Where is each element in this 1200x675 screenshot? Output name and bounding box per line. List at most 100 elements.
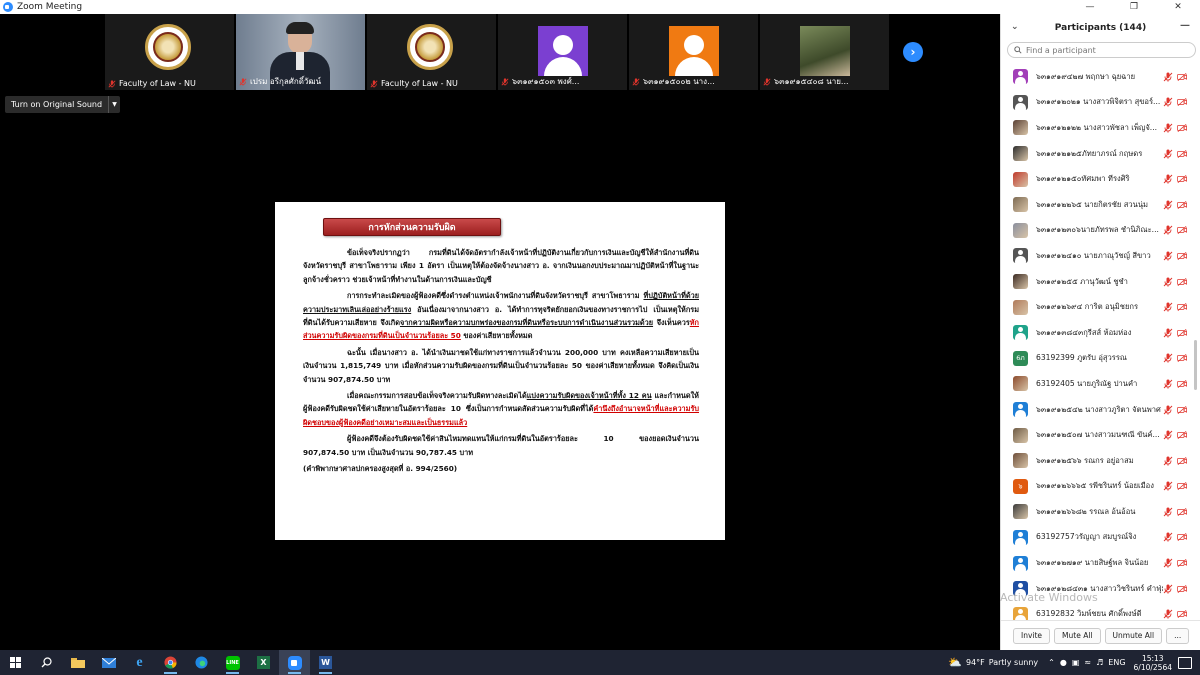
participant-row[interactable]: ๖๓๑๙๑๒๕๐๗ นางสาวมนฑณี ขันค์... [1001,422,1193,448]
chevron-up-icon[interactable]: ⌃ [1048,658,1055,667]
video-tile[interactable]: Faculty of Law - NU [105,14,234,90]
video-off-icon[interactable] [1177,174,1187,184]
muted-mic-icon[interactable] [1163,584,1173,594]
video-off-icon[interactable] [1177,72,1187,82]
line-button[interactable]: LINE [217,650,248,675]
muted-mic-icon[interactable] [1163,251,1173,261]
muted-mic-icon[interactable] [1163,507,1173,517]
participant-row[interactable]: 6ภ 63192399 ภูตรับ อุ่สุวรรณ [1001,346,1193,372]
original-sound-control[interactable]: Turn on Original Sound ▼ [5,96,121,113]
participant-row[interactable]: 63192832 วิมพ์ชยน ศักดิ์พงษ์ดี [1001,601,1193,620]
muted-mic-icon[interactable] [1163,532,1173,543]
muted-mic-icon[interactable] [1163,174,1173,184]
mail-button[interactable] [93,650,124,675]
muted-mic-icon[interactable] [1163,72,1173,82]
search-taskbar-button[interactable] [31,650,62,675]
participant-row[interactable]: ๖๓๑๙๑๒๕๔๒ นางสาวภูริตา จัตนพาศ [1001,397,1193,423]
participant-row[interactable]: ๖๓๑๙๑๒๐๒๑ นางสาวพิจิตรา สุขอร์... [1001,90,1193,116]
muted-mic-icon[interactable] [1163,481,1173,491]
search-input[interactable] [1026,45,1176,55]
muted-mic-icon[interactable] [1163,379,1173,389]
muted-mic-icon[interactable] [1163,149,1173,159]
video-off-icon[interactable] [1177,558,1187,568]
video-off-icon[interactable] [1177,584,1187,594]
muted-mic-icon[interactable] [1163,328,1173,338]
video-tile[interactable]: ๖๓๑๙๑๕๔๐๘ นาย... [760,14,889,90]
participant-row[interactable]: ๖๓๑๙๑๙๔๒๗ พฤกษา ฉุยฉาย [1001,64,1193,90]
video-tile[interactable]: ๖๓๑๙๑๕๐๐๒ นาง... [629,14,758,90]
muted-mic-icon[interactable] [1163,405,1173,415]
video-off-icon[interactable] [1177,123,1187,133]
chrome-button[interactable] [155,650,186,675]
participant-list-scrollbar[interactable] [1194,340,1197,390]
video-off-icon[interactable] [1177,200,1187,210]
participant-row[interactable]: ๖๓๑๙๑๒๖๙๔ การิต อนุมิชยกร [1001,294,1193,320]
video-off-icon[interactable] [1177,507,1187,517]
muted-mic-icon[interactable] [1163,277,1173,287]
video-off-icon[interactable] [1177,353,1187,363]
chevron-down-icon[interactable]: ▼ [108,96,120,113]
muted-mic-icon[interactable] [1163,123,1173,133]
video-off-icon[interactable] [1177,328,1187,338]
video-tile[interactable]: เปรม อรีกุลศักดิ์วัฒน์ [236,14,365,90]
video-tile[interactable]: ๖๓๑๙๑๕๐๓ พงศ์... [498,14,627,90]
video-off-icon[interactable] [1177,532,1187,542]
participant-row[interactable]: ๖๓๑๙๑๒๑๒๒ นางสาวพัชลา เพ็ญจั... [1001,115,1193,141]
more-options-button[interactable]: ... [1166,627,1190,644]
video-off-icon[interactable] [1177,302,1187,312]
participant-row[interactable]: ๖๓๑๙๑๒๑๒๕ภัทยาภรณ์ กฤษดร [1001,141,1193,167]
video-off-icon[interactable] [1177,149,1187,159]
video-off-icon[interactable] [1177,456,1187,466]
participant-list[interactable]: ๖๓๑๙๑๙๔๒๗ พฤกษา ฉุยฉาย ๖๓๑๙๑๒๐๒๑ นางสาวพิ… [1001,64,1193,620]
muted-mic-icon[interactable] [1163,225,1173,235]
excel-button[interactable]: X [248,650,279,675]
participant-search[interactable] [1007,42,1196,58]
video-off-icon[interactable] [1177,481,1187,491]
clock[interactable]: 15:13 6/10/2564 [1134,654,1172,672]
muted-mic-icon[interactable] [1163,200,1173,210]
volume-icon[interactable]: ♬ [1096,658,1103,667]
participant-row[interactable]: ๖๓๑๙๑๒๕๕ ภานุวัฒน์ ชูชำ [1001,269,1193,295]
video-off-icon[interactable] [1177,609,1187,619]
participant-row[interactable]: ๖๓๑๙๑๒๔๑๐ นายภาณุวัชญ์ สีขาว [1001,243,1193,269]
participant-row[interactable]: ๖๓๑๙๑๒๒๖๕ นายกิตรชัย สวนนุ่ม [1001,192,1193,218]
muted-mic-icon[interactable] [1163,97,1173,107]
video-off-icon[interactable] [1177,225,1187,235]
participant-row[interactable]: 63192405 นายภูริณัฐ ปานคำ [1001,371,1193,397]
language-indicator[interactable]: ENG [1108,658,1125,667]
participant-row[interactable]: ๖๓๑๙๑๒๑๕๐ทัศมพา ทีรงศิริ [1001,166,1193,192]
participant-row[interactable]: ๖๓๑๙๑๒๕๖๖ รณกร อยู่อาสม [1001,448,1193,474]
microphone-icon[interactable]: ● [1060,658,1067,667]
gallery-next-button[interactable]: › [903,42,923,62]
minimize-panel-icon[interactable]: — [1180,20,1190,31]
weather-widget[interactable]: ⛅ 94°F Partly sunny [948,656,1038,669]
muted-mic-icon[interactable] [1163,609,1173,619]
edge-button[interactable] [186,650,217,675]
restore-icon[interactable]: ❐ [1112,0,1156,14]
muted-mic-icon[interactable] [1163,302,1173,312]
notification-icon[interactable] [1178,656,1192,669]
start-button[interactable] [0,650,31,675]
video-off-icon[interactable] [1177,97,1187,107]
minimize-icon[interactable]: — [1068,0,1112,14]
collapse-panel-icon[interactable]: ⌄ [1011,22,1019,32]
participant-row[interactable]: ๖๓๑๙๑๓๘๔๓กุรีสส์ ห้อมห่อง [1001,320,1193,346]
video-off-icon[interactable] [1177,251,1187,261]
close-icon[interactable]: ✕ [1156,0,1200,14]
video-off-icon[interactable] [1177,277,1187,287]
wifi-icon[interactable]: ≈ [1084,658,1091,667]
muted-mic-icon[interactable] [1163,558,1173,568]
participant-row[interactable]: ๖๓๑๙๑๒๗๑๙ นายสิษฐ์พล จินน้อย [1001,550,1193,576]
unmute-all-button[interactable]: Unmute All [1104,627,1163,644]
video-off-icon[interactable] [1177,379,1187,389]
mute-all-button[interactable]: Mute All [1054,627,1101,644]
participant-row[interactable]: ๖๓๑๙๑๒๖๖๘๒ รรณล อ้นอ้อน [1001,499,1193,525]
invite-button[interactable]: Invite [1013,627,1051,644]
original-sound-button[interactable]: Turn on Original Sound [5,100,108,109]
participant-row[interactable]: ๖ ๖๓๑๙๑๒๖๖๖๕ รพีชรินทร์ น้อยเมือง [1001,474,1193,500]
video-off-icon[interactable] [1177,430,1187,440]
muted-mic-icon[interactable] [1163,353,1173,363]
participant-row[interactable]: ๖๓๑๙๑๒๓๐๖นายภัทรพล ชำนิภิณะ... [1001,218,1193,244]
word-button[interactable]: W [310,650,341,675]
muted-mic-icon[interactable] [1163,456,1173,466]
